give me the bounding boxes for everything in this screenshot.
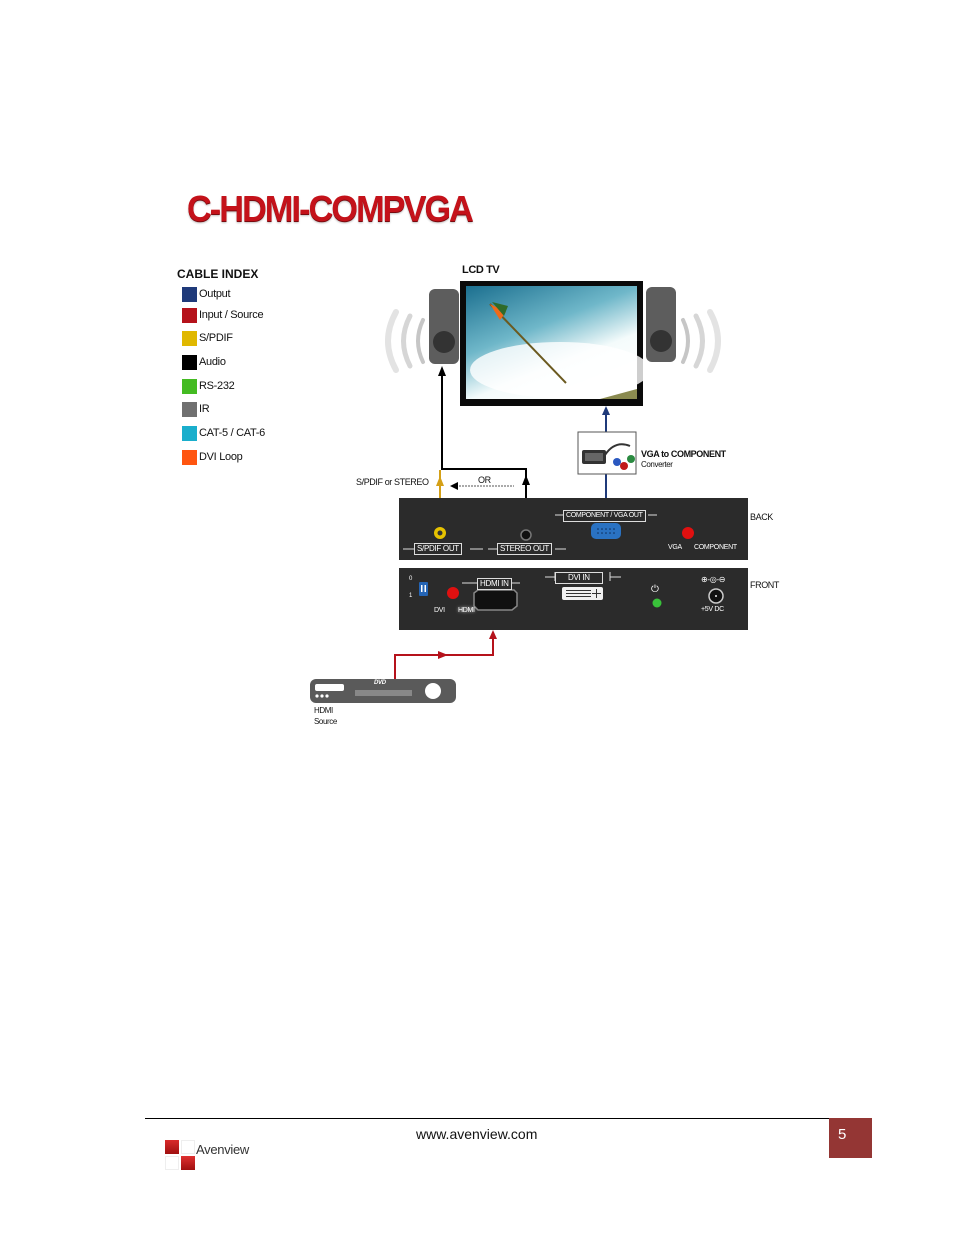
hdmi-source-label-1: HDMI [314,706,333,715]
input-cable-line [394,636,494,680]
page-number: 5 [838,1126,847,1143]
switch-1-label: 1 [409,593,413,599]
logo-square-4 [181,1156,195,1170]
switch-0-label: 0 [409,576,413,582]
stereo-out-port [520,529,532,541]
logo-square-3 [181,1140,195,1154]
hdmi-mode-label: HDMI [458,607,475,614]
hdmi-in-port [473,589,518,611]
dvi-mode-label: DVI [434,607,445,614]
vga-out-port [591,523,621,539]
lcd-tv-label: LCD TV [462,264,500,276]
or-label: OR [478,475,491,485]
lcd-tv-icon [460,281,650,406]
dvi-hdmi-switch [419,582,428,596]
component-mode-label: COMPONENT [694,544,737,551]
hdmi-source-label-2: Source [314,717,337,726]
vga-mode-label: VGA [668,544,682,551]
front-label: FRONT [750,580,779,590]
converter-label: VGA to COMPONENT [641,449,726,459]
avenview-logo-text: Avenview [196,1142,250,1157]
vga-to-component-converter-icon [577,431,637,475]
spdif-or-stereo-label: S/PDIF or STEREO [356,477,429,487]
power-led [652,598,662,608]
footer-url: www.avenview.com [416,1126,538,1142]
footer-divider [145,1118,872,1119]
stereo-out-label: STEREO OUT [497,543,553,555]
component-vga-out-label: COMPONENT / VGA OUT [563,510,646,522]
page-number-badge: 5 [829,1118,872,1158]
hdmi-in-label: HDMI IN [477,578,512,590]
dvd-logo: DVD [374,680,386,686]
dvi-in-label: DVI IN [555,572,603,584]
speaker-right-waves [681,309,721,373]
logo-square-2 [165,1156,179,1170]
converter-sublabel: Converter [641,460,673,469]
logo-square-1 [165,1140,179,1154]
polarity-icon: ⊕-◎-⊖ [701,575,726,584]
back-label: BACK [750,512,773,522]
power-icon: ⏻ [651,584,659,595]
input-led [447,587,459,599]
speaker-right-icon [646,287,676,362]
speaker-left-waves [385,309,425,373]
spdif-out-label: S/PDIF OUT [414,543,462,555]
connection-diagram [310,281,748,703]
speaker-left-icon [429,289,459,364]
mode-led [682,527,694,539]
power-input-label: +5V DC [701,606,724,613]
